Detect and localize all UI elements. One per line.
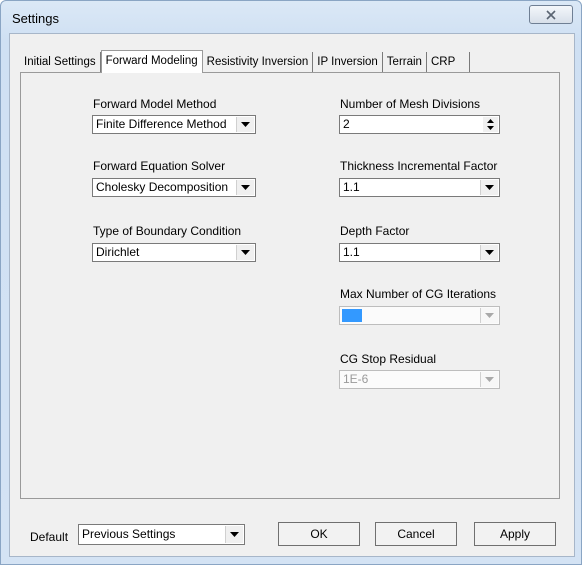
- close-button[interactable]: [529, 5, 573, 24]
- depth-factor-value: 1.1: [343, 245, 360, 259]
- cg-iterations-selection: [342, 309, 362, 322]
- forward-model-method-value: Finite Difference Method: [96, 117, 227, 131]
- tab-forward-modeling[interactable]: Forward Modeling: [100, 50, 203, 73]
- cg-stop-residual-value: 1E-6: [343, 372, 369, 386]
- title-bar: Settings: [1, 1, 581, 33]
- window-title: Settings: [12, 11, 59, 26]
- tab-resistivity-inversion[interactable]: Resistivity Inversion: [202, 52, 314, 72]
- apply-button[interactable]: Apply: [474, 522, 556, 546]
- boundary-condition-value: Dirichlet: [96, 245, 140, 259]
- forward-model-method-label: Forward Model Method: [93, 97, 217, 111]
- cg-stop-residual-label: CG Stop Residual: [340, 352, 437, 366]
- mesh-divisions-value: 2: [343, 117, 350, 131]
- default-settings-select[interactable]: Previous Settings: [78, 524, 245, 545]
- depth-factor-select[interactable]: 1.1: [339, 243, 500, 262]
- chevron-down-icon[interactable]: [480, 372, 498, 387]
- cg-iterations-label: Max Number of CG Iterations: [340, 287, 497, 301]
- cg-stop-residual-select[interactable]: 1E-6: [339, 370, 500, 389]
- mesh-divisions-spinner[interactable]: 2: [339, 115, 500, 134]
- spin-up-icon[interactable]: [483, 117, 498, 125]
- settings-window: Settings Initial Settings Forward Modeli…: [0, 0, 582, 565]
- dialog-client: Initial Settings Forward Modeling Resist…: [9, 33, 575, 557]
- chevron-down-icon[interactable]: [236, 117, 254, 132]
- forward-equation-solver-select[interactable]: Cholesky Decomposition: [92, 178, 256, 197]
- thickness-factor-select[interactable]: 1.1: [339, 178, 500, 197]
- forward-equation-solver-value: Cholesky Decomposition: [96, 180, 229, 194]
- ok-button[interactable]: OK: [278, 522, 360, 546]
- cancel-button[interactable]: Cancel: [375, 522, 457, 546]
- spin-buttons[interactable]: [483, 117, 498, 132]
- chevron-down-icon[interactable]: [480, 308, 498, 323]
- cg-iterations-select[interactable]: [339, 306, 500, 325]
- tab-strip: Initial Settings Forward Modeling Resist…: [20, 50, 471, 73]
- tab-initial-settings[interactable]: Initial Settings: [20, 52, 101, 72]
- forward-equation-solver-label: Forward Equation Solver: [93, 159, 226, 173]
- close-icon: [546, 9, 556, 20]
- spin-down-icon[interactable]: [483, 125, 498, 133]
- thickness-factor-label: Thickness Incremental Factor: [340, 159, 498, 173]
- forward-model-method-select[interactable]: Finite Difference Method: [92, 115, 256, 134]
- tab-crp[interactable]: CRP: [426, 52, 471, 72]
- depth-factor-label: Depth Factor: [340, 224, 410, 238]
- thickness-factor-value: 1.1: [343, 180, 360, 194]
- tab-terrain[interactable]: Terrain: [382, 52, 427, 72]
- default-label: Default: [30, 530, 69, 544]
- chevron-down-icon[interactable]: [225, 526, 243, 543]
- chevron-down-icon[interactable]: [480, 180, 498, 195]
- boundary-condition-label: Type of Boundary Condition: [93, 224, 242, 238]
- mesh-divisions-label: Number of Mesh Divisions: [340, 97, 481, 111]
- tab-ip-inversion[interactable]: IP Inversion: [313, 52, 383, 72]
- chevron-down-icon[interactable]: [236, 180, 254, 195]
- chevron-down-icon[interactable]: [236, 245, 254, 260]
- forward-modeling-panel: Forward Model Method Finite Difference M…: [20, 72, 560, 499]
- chevron-down-icon[interactable]: [480, 245, 498, 260]
- default-settings-value: Previous Settings: [82, 527, 176, 541]
- boundary-condition-select[interactable]: Dirichlet: [92, 243, 256, 262]
